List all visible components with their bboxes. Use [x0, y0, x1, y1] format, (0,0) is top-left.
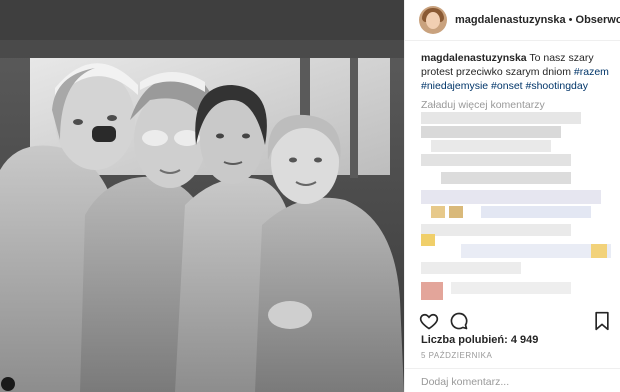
divider	[405, 368, 620, 369]
load-more-comments[interactable]: Załaduj więcej komentarzy	[405, 93, 620, 111]
caption-text-1: To nasz szary	[529, 52, 594, 64]
post-caption: magdalenastuzynska To nasz szary protest…	[405, 41, 620, 93]
post-date: 5 PAŹDZIERNIKA	[421, 351, 493, 360]
post-photo[interactable]	[0, 0, 404, 392]
follow-button[interactable]: Obserwow	[576, 14, 620, 26]
hashtag-shootingday[interactable]: #shootingday	[526, 80, 588, 92]
heart-icon[interactable]	[419, 311, 439, 331]
pixelated-comments	[421, 112, 611, 302]
add-comment-input[interactable]: Dodaj komentarz...	[421, 376, 509, 388]
header-separator: •	[568, 14, 573, 26]
hashtag-niedajemysie[interactable]: #niedajemysie	[421, 80, 488, 92]
avatar[interactable]	[419, 6, 447, 34]
hashtag-onset[interactable]: #onset	[491, 80, 523, 92]
post-header: magdalenastuzynska • Obserwow	[405, 0, 620, 41]
caption-text-2: protest przeciwko szarym dniom	[421, 66, 571, 78]
post-side-panel: magdalenastuzynska • Obserwow magdalenas…	[404, 0, 620, 392]
caption-username[interactable]: magdalenastuzynska	[421, 52, 527, 64]
instagram-post: magdalenastuzynska • Obserwow magdalenas…	[0, 0, 620, 392]
comment-bubble-icon[interactable]	[449, 311, 469, 331]
bookmark-icon[interactable]	[593, 311, 611, 331]
likes-count[interactable]: Liczba polubień: 4 949	[421, 334, 538, 346]
post-photo-image	[0, 0, 404, 392]
post-actions	[419, 311, 611, 331]
hashtag-razem[interactable]: #razem	[574, 66, 609, 78]
header-username[interactable]: magdalenastuzynska	[455, 14, 566, 26]
